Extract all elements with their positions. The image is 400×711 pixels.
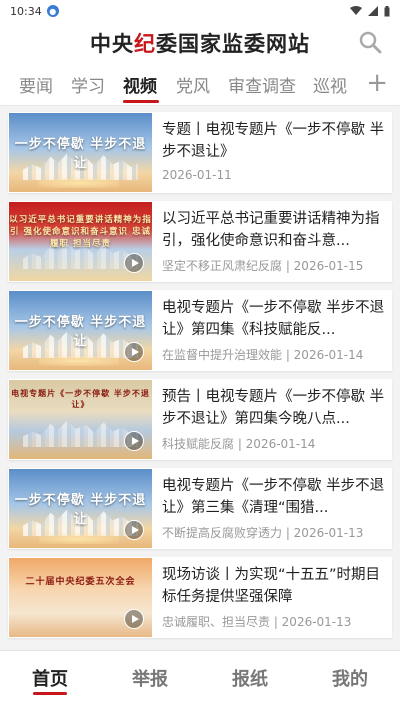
status-icons bbox=[350, 5, 390, 17]
site-title: 中央纪委国家监委网站 bbox=[0, 28, 400, 58]
active-tab-indicator bbox=[123, 100, 159, 103]
play-icon[interactable] bbox=[124, 253, 144, 273]
thumbnail-caption: 一步不停歇 半步不退让 bbox=[14, 137, 147, 171]
play-icon[interactable] bbox=[124, 342, 144, 362]
app-notification-icon: ● bbox=[46, 5, 59, 17]
play-icon[interactable] bbox=[124, 609, 144, 629]
search-icon[interactable] bbox=[358, 30, 382, 54]
tab-yaowen[interactable]: 要闻 bbox=[19, 72, 53, 97]
article-card[interactable]: 二十届中央纪委五次全会 现场访谈丨为实现“十五五”时期目标任务提供坚强保障 忠诚… bbox=[8, 557, 392, 638]
status-bar: 10:34 ● bbox=[0, 0, 400, 22]
article-meta: 2026-01-11 bbox=[162, 168, 232, 182]
status-time: 10:34 bbox=[10, 4, 42, 18]
thumbnail-caption: 二十届中央纪委五次全会 bbox=[25, 577, 136, 587]
bottom-navigation: 首页 举报 报纸 我的 bbox=[0, 650, 400, 711]
article-thumbnail: 一步不停歇 半步不退让 bbox=[9, 291, 152, 370]
article-card[interactable]: 电视专题片《一步不停歇 半步不退让》 预告丨电视专题片《一步不停歇 半步不退让》… bbox=[8, 379, 392, 460]
article-meta: 科技赋能反腐 | 2026-01-14 bbox=[162, 437, 316, 451]
article-thumbnail: 以习近平总书记重要讲话精神为指引 强化使命意识和奋斗意识 忠诚履职 担当尽责 bbox=[9, 202, 152, 281]
tab-xuexi[interactable]: 学习 bbox=[71, 72, 105, 97]
signal-icon bbox=[368, 6, 378, 16]
article-title[interactable]: 现场访谈丨为实现“十五五”时期目标任务提供坚强保障 bbox=[162, 564, 386, 608]
article-title[interactable]: 专题丨电视专题片《一步不停歇 半步不退让》 bbox=[162, 119, 386, 163]
nav-report[interactable]: 举报 bbox=[100, 665, 200, 691]
article-meta: 不断提高反腐败穿透力 | 2026-01-13 bbox=[162, 526, 364, 540]
article-meta: 坚定不移正风肃纪反腐 | 2026-01-15 bbox=[162, 259, 364, 273]
article-meta: 忠诚履职、担当尽责 | 2026-01-13 bbox=[162, 615, 352, 629]
tab-dangfeng[interactable]: 党风 bbox=[176, 72, 210, 97]
tab-shipin[interactable]: 视频 bbox=[123, 72, 157, 97]
article-card[interactable]: 以习近平总书记重要讲话精神为指引 强化使命意识和奋斗意识 忠诚履职 担当尽责 以… bbox=[8, 201, 392, 282]
add-channel-icon[interactable]: + bbox=[366, 68, 388, 98]
article-thumbnail: 二十届中央纪委五次全会 bbox=[9, 558, 152, 637]
site-title-suffix: 委国家监委网站 bbox=[156, 31, 310, 56]
article-card[interactable]: 一步不停歇 半步不退让 电视专题片《一步不停歇 半步不退让》第三集《清理“围猎.… bbox=[8, 468, 392, 549]
thumbnail-caption: 电视专题片《一步不停歇 半步不退让》 bbox=[11, 389, 150, 409]
article-card[interactable]: 一步不停歇 半步不退让 电视专题片《一步不停歇 半步不退让》第四集《科技赋能反.… bbox=[8, 290, 392, 371]
thumbnail-caption: 以习近平总书记重要讲话精神为指引 强化使命意识和奋斗意识 忠诚履职 担当尽责 bbox=[9, 215, 152, 249]
nav-mine[interactable]: 我的 bbox=[300, 665, 400, 691]
article-thumbnail: 一步不停歇 半步不退让 bbox=[9, 469, 152, 548]
article-card[interactable]: 一步不停歇 半步不退让 专题丨电视专题片《一步不停歇 半步不退让》 2026-0… bbox=[8, 112, 392, 193]
article-thumbnail: 一步不停歇 半步不退让 bbox=[9, 113, 152, 192]
battery-icon bbox=[384, 5, 390, 16]
nav-newspaper[interactable]: 报纸 bbox=[200, 665, 300, 691]
article-title[interactable]: 电视专题片《一步不停歇 半步不退让》第四集《科技赋能反... bbox=[162, 297, 386, 341]
active-nav-indicator bbox=[33, 692, 67, 695]
wifi-icon bbox=[350, 6, 362, 15]
site-title-highlight: 纪 bbox=[134, 31, 156, 56]
article-thumbnail: 电视专题片《一步不停歇 半步不退让》 bbox=[9, 380, 152, 459]
play-icon[interactable] bbox=[124, 520, 144, 540]
tab-xunshi[interactable]: 巡视 bbox=[313, 72, 347, 97]
article-meta: 在监督中提升治理效能 | 2026-01-14 bbox=[162, 348, 364, 362]
play-icon[interactable] bbox=[124, 431, 144, 451]
article-title[interactable]: 以习近平总书记重要讲话精神为指引，强化使命意识和奋斗意... bbox=[162, 208, 386, 252]
site-title-prefix: 中央 bbox=[90, 31, 134, 56]
article-title[interactable]: 电视专题片《一步不停歇 半步不退让》第三集《清理“围猎... bbox=[162, 475, 386, 519]
article-title[interactable]: 预告丨电视专题片《一步不停歇 半步不退让》第四集今晚八点... bbox=[162, 386, 386, 430]
tab-shencha-diaocha[interactable]: 审查调查 bbox=[228, 72, 296, 97]
nav-home[interactable]: 首页 bbox=[0, 665, 100, 691]
channel-tabs: 要闻 学习 视频 党风 审查调查 巡视 + bbox=[0, 64, 400, 106]
app-header: 中央纪委国家监委网站 bbox=[0, 22, 400, 64]
